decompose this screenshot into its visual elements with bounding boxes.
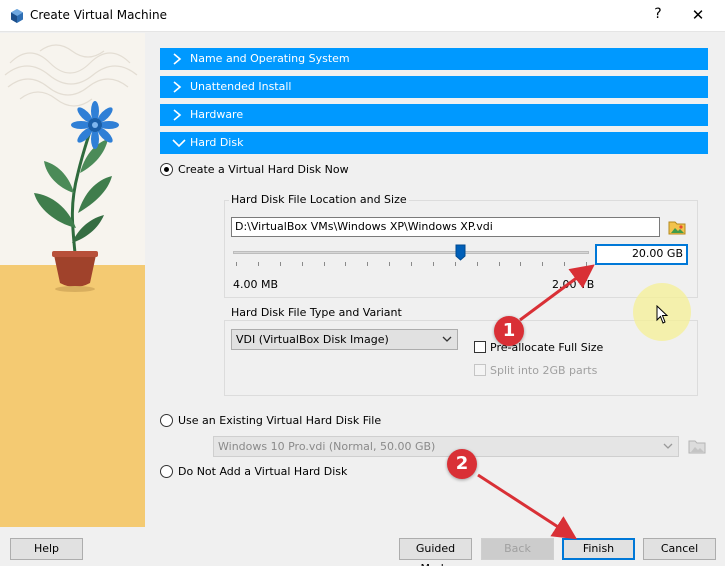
section-label: Unattended Install	[190, 80, 292, 93]
disk-type-select[interactable]: VDI (VirtualBox Disk Image)	[231, 329, 458, 350]
split-checkbox[interactable]	[474, 364, 486, 376]
help-button[interactable]: Help	[10, 538, 83, 560]
slider-tick	[476, 262, 478, 266]
window-title: Create Virtual Machine	[30, 8, 167, 22]
slider-tick	[367, 262, 369, 266]
section-label: Name and Operating System	[190, 52, 350, 65]
slider-tick	[432, 262, 434, 266]
disk-size-input[interactable]: 20.00 GB	[595, 244, 688, 265]
help-title-button[interactable]: ?	[651, 6, 665, 22]
step-1-badge: 1	[494, 316, 524, 346]
existing-disk-radio[interactable]	[160, 414, 173, 427]
cancel-button[interactable]: Cancel	[643, 538, 716, 560]
guided-mode-button[interactable]: Guided Mode	[399, 538, 472, 566]
preallocate-checkbox[interactable]	[474, 341, 486, 353]
slider-max-label: 2.00 TB	[552, 278, 595, 291]
disk-type-value: VDI (VirtualBox Disk Image)	[236, 333, 389, 346]
wizard-illustration	[0, 33, 145, 527]
section-name-os[interactable]: Name and Operating System	[160, 48, 708, 70]
finish-button[interactable]: Finish	[562, 538, 635, 560]
virtualbox-logo-icon	[11, 9, 23, 23]
folder-browse-icon[interactable]	[667, 217, 687, 237]
folder-browse-disabled-icon[interactable]	[687, 436, 707, 456]
slider-tick	[389, 262, 391, 266]
slider-tick	[236, 262, 237, 266]
chevron-down-icon	[663, 443, 673, 449]
slider-tick	[345, 262, 347, 266]
section-hardware[interactable]: Hardware	[160, 104, 708, 126]
slider-tick	[586, 262, 587, 266]
size-slider-thumb[interactable]	[455, 244, 466, 261]
step-2-badge: 2	[447, 449, 477, 479]
slider-tick	[498, 262, 500, 266]
slider-min-label: 4.00 MB	[233, 278, 279, 291]
no-disk-label[interactable]: Do Not Add a Virtual Hard Disk	[178, 465, 347, 478]
size-slider-track[interactable]	[233, 251, 589, 254]
back-button[interactable]: Back	[481, 538, 554, 560]
slider-tick	[411, 262, 412, 266]
existing-disk-select[interactable]: Windows 10 Pro.vdi (Normal, 50.00 GB)	[213, 436, 679, 457]
chevron-down-icon	[442, 336, 452, 342]
slider-tick	[323, 262, 325, 266]
section-label: Hardware	[190, 108, 244, 121]
slider-tick	[520, 262, 522, 266]
split-label[interactable]: Split into 2GB parts	[490, 364, 597, 377]
type-variant-title: Hard Disk File Type and Variant	[229, 306, 404, 319]
existing-disk-label[interactable]: Use an Existing Virtual Hard Disk File	[178, 414, 381, 427]
flower-pot-illustration	[0, 33, 145, 527]
slider-tick	[564, 262, 566, 266]
slider-tick	[279, 262, 281, 266]
existing-disk-value: Windows 10 Pro.vdi (Normal, 50.00 GB)	[218, 440, 436, 453]
title-bar: Create Virtual Machine ? ✕	[0, 0, 725, 32]
mouse-pointer-icon	[656, 305, 669, 324]
disk-path-input[interactable]: D:\VirtualBox VMs\Windows XP\Windows XP.…	[231, 217, 660, 237]
slider-tick	[542, 262, 544, 266]
location-size-title: Hard Disk File Location and Size	[229, 193, 409, 206]
section-hard-disk[interactable]: Hard Disk	[160, 132, 708, 154]
close-button[interactable]: ✕	[690, 6, 706, 24]
no-disk-radio[interactable]	[160, 465, 173, 478]
section-unattended[interactable]: Unattended Install	[160, 76, 708, 98]
slider-tick	[301, 262, 303, 266]
section-label: Hard Disk	[190, 136, 244, 149]
create-disk-radio[interactable]	[160, 163, 173, 176]
slider-tick	[257, 262, 259, 266]
slider-tick	[454, 262, 456, 266]
create-disk-label[interactable]: Create a Virtual Hard Disk Now	[178, 163, 349, 176]
